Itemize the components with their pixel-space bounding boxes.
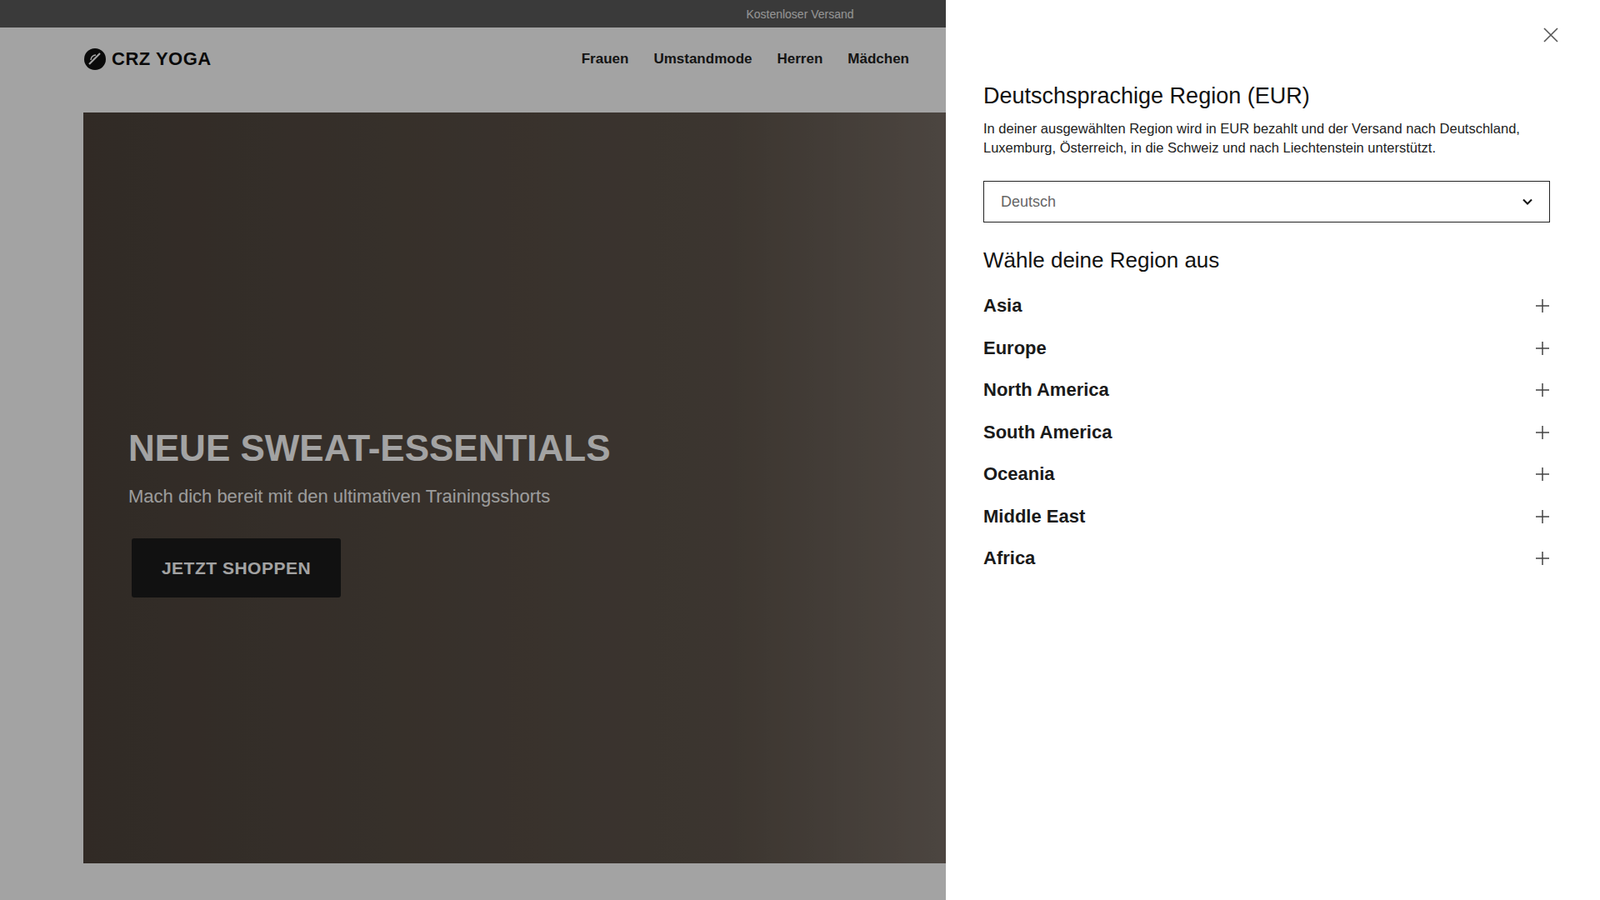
region-panel: Deutschsprachige Region (EUR) In deiner a… xyxy=(945,0,1600,900)
plus-icon xyxy=(1535,509,1550,525)
plus-icon xyxy=(1535,466,1550,482)
plus-icon xyxy=(1535,298,1550,314)
plus-icon xyxy=(1535,550,1550,566)
plus-icon xyxy=(1535,425,1550,440)
region-row[interactable]: Asia xyxy=(983,285,1550,328)
region-label[interactable]: Asia xyxy=(983,295,1022,317)
region-label[interactable]: South America xyxy=(983,421,1112,444)
language-select[interactable]: Deutsch xyxy=(983,180,1550,223)
region-row[interactable]: Middle East xyxy=(983,495,1550,539)
language-value: Deutsch xyxy=(1000,193,1056,211)
chevron-down-icon xyxy=(1520,195,1535,209)
modal-overlay[interactable] xyxy=(0,0,946,900)
region-label[interactable]: Africa xyxy=(983,547,1035,570)
region-label[interactable]: Europe xyxy=(983,337,1047,360)
close-button[interactable] xyxy=(1541,25,1560,45)
region-heading: Wähle deine Region aus xyxy=(983,247,1550,274)
plus-icon xyxy=(1535,340,1550,356)
region-row[interactable]: Oceania xyxy=(983,453,1550,496)
region-row[interactable]: North America xyxy=(983,369,1550,412)
panel-description: In deiner ausgewählten Region wird in EU… xyxy=(983,119,1550,158)
region-label[interactable]: Oceania xyxy=(983,463,1055,485)
region-row[interactable]: Europe xyxy=(983,327,1550,370)
plus-icon xyxy=(1535,382,1550,398)
region-row[interactable]: South America xyxy=(983,411,1550,455)
close-icon xyxy=(1541,25,1560,45)
panel-title: Deutschsprachige Region (EUR) xyxy=(983,83,1550,110)
region-label[interactable]: North America xyxy=(983,379,1110,401)
region-label[interactable]: Middle East xyxy=(983,505,1085,528)
region-row[interactable]: Africa xyxy=(983,537,1550,580)
